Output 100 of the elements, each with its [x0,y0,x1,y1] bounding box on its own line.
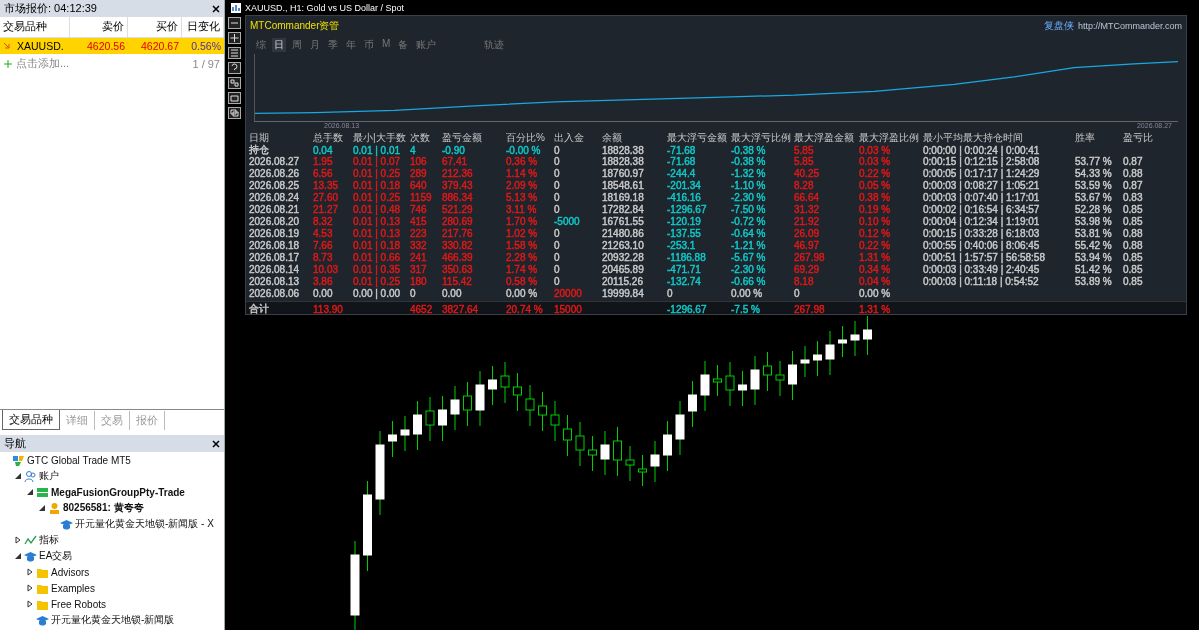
graduation-cap-icon [36,613,49,627]
table-cell-text: 15000 [554,303,583,315]
table-cell-text: 55.42 % [1075,239,1113,251]
bid-cell: 4620.56 [70,38,128,54]
table-cell-text: 0:00:02 | 0:16:54 | 6:34:57 [923,203,1041,215]
table-cell-text: -71.68 [667,155,697,167]
period-tab[interactable]: 综 [254,38,268,52]
period-tab[interactable]: 币 [362,38,376,52]
table-cell-text: 0:00:03 | 0:33:49 | 2:40:45 [923,263,1041,275]
collapsed-icon[interactable] [26,568,34,576]
graduation-cap-icon [60,517,73,531]
table-cell-text: -2.30 % [731,191,767,203]
tree-item[interactable]: 开元量化黄金天地锁-新闻版 - X [75,517,214,531]
period-tab[interactable]: 账户 [414,38,439,52]
table-cell-text: 0 [554,251,561,263]
column-header: 最大浮亏金额 [667,131,728,145]
tree-item[interactable]: EA交易 [39,549,73,563]
table-cell-text: 212.36 [442,167,474,179]
table-cell-text: 16761.55 [602,215,645,227]
period-tab[interactable]: M [380,38,393,52]
candle [850,320,860,357]
chart-icon [231,2,241,13]
table-cell-text: 0:00:15 | 0:33:28 | 6:18:03 [923,227,1041,239]
table-cell-text: 2026.08.25 [249,179,301,191]
table-cell-text: 0.87 [1123,179,1144,191]
table-cell-text: 21.27 [313,203,340,215]
period-tab[interactable]: 轨迹 [482,38,507,52]
candle [813,340,822,377]
tool-icon[interactable] [228,32,241,44]
panel-tab[interactable]: 交易品种 [2,410,60,430]
tool-icon[interactable] [228,47,241,59]
candle [513,372,522,412]
expanded-icon[interactable] [26,488,34,496]
table-cell-text: 27.60 [313,191,340,203]
table-cell-text: 21480.86 [602,227,645,239]
candle [463,381,472,427]
close-icon[interactable] [212,439,220,448]
table-cell-text: 466.39 [442,251,474,263]
expanded-icon[interactable] [38,504,46,512]
period-tab[interactable]: 月 [308,38,322,52]
period-tab[interactable]: 备 [396,38,411,52]
table-cell-text: 20.74 % [506,303,544,315]
tool-icon[interactable] [228,62,241,74]
table-cell-text: 18828.38 [602,155,645,167]
table-cell-text: 0.85 [1123,263,1144,275]
tree-item[interactable]: 80256581: 黄夸夸 [63,501,144,515]
collapsed-icon[interactable] [26,600,34,608]
table-cell-text: 46.97 [794,239,821,251]
tool-icon[interactable] [228,77,241,89]
table-cell-text: -201.34 [667,179,702,191]
candle [650,440,660,483]
table-cell-text: 106 [410,155,428,167]
table-cell-text: 1.95 [313,155,334,167]
tree-item[interactable]: 开元量化黄金天地锁-新闻版 [51,613,175,627]
website-link[interactable]: http://MTCommander.com [1077,21,1182,31]
tree-item[interactable]: Advisors [51,566,90,578]
table-cell-text: 0.00 [442,287,463,299]
table-cell-text: 0:00:55 | 0:40:06 | 8:06:45 [923,239,1041,251]
table-cell-text: -120.19 [667,215,702,227]
table-cell-text: 3827.64 [442,303,480,315]
table-cell-text: 5.85 [794,144,815,156]
period-tab[interactable]: 年 [344,38,358,52]
candle [763,351,772,392]
tree-item[interactable]: MegaFusionGroupPty-Trade [51,486,185,498]
period-tab[interactable]: 季 [326,38,340,52]
collapsed-icon[interactable] [26,584,34,592]
table-cell-text: 20115.26 [602,275,644,287]
candle [613,426,622,477]
table-cell-text: -1.21 % [731,239,767,251]
period-tab[interactable]: 日 [272,38,286,52]
table-cell-text: 0.04 [313,144,334,156]
close-icon[interactable] [212,4,220,13]
table-cell-text: 280.69 [442,215,474,227]
tree-item[interactable]: Examples [51,582,95,594]
table-cell-text: 0.01 | 0.18 [353,239,402,251]
expanded-icon[interactable] [14,472,22,480]
period-tab[interactable]: 周 [290,38,304,52]
plus-icon [4,59,12,68]
candle [475,370,485,427]
collapsed-icon[interactable] [14,536,22,544]
candle [500,361,510,404]
tool-icon[interactable] [228,92,241,104]
candle [575,421,585,467]
tree-item[interactable]: Free Robots [51,598,107,610]
table-cell-text: 31.32 [794,203,821,215]
tree-item[interactable]: 账户 [39,469,59,483]
tree-item[interactable]: 指标 [39,533,59,547]
symbol-cell[interactable]: XAUUSD. [0,38,70,54]
tool-icon[interactable] [228,107,241,119]
table-cell-text: 0:00:03 | 0:07:40 | 1:17:01 [923,191,1041,203]
table-cell-text: 0 [794,287,801,299]
add-symbol-link[interactable]: 点击添加... [16,56,70,71]
table-cell-text: 0.87 [1123,155,1144,167]
table-cell-text: -0.90 [442,144,466,156]
table-cell-text: 0.03 % [859,144,892,156]
expanded-icon[interactable] [14,552,22,560]
tool-icon[interactable] [228,17,241,29]
table-cell-text: -0.38 % [731,144,767,156]
table-cell-text: 2026.08.21 [249,203,301,215]
tree-item[interactable]: GTC Global Trade MT5 [27,454,131,466]
